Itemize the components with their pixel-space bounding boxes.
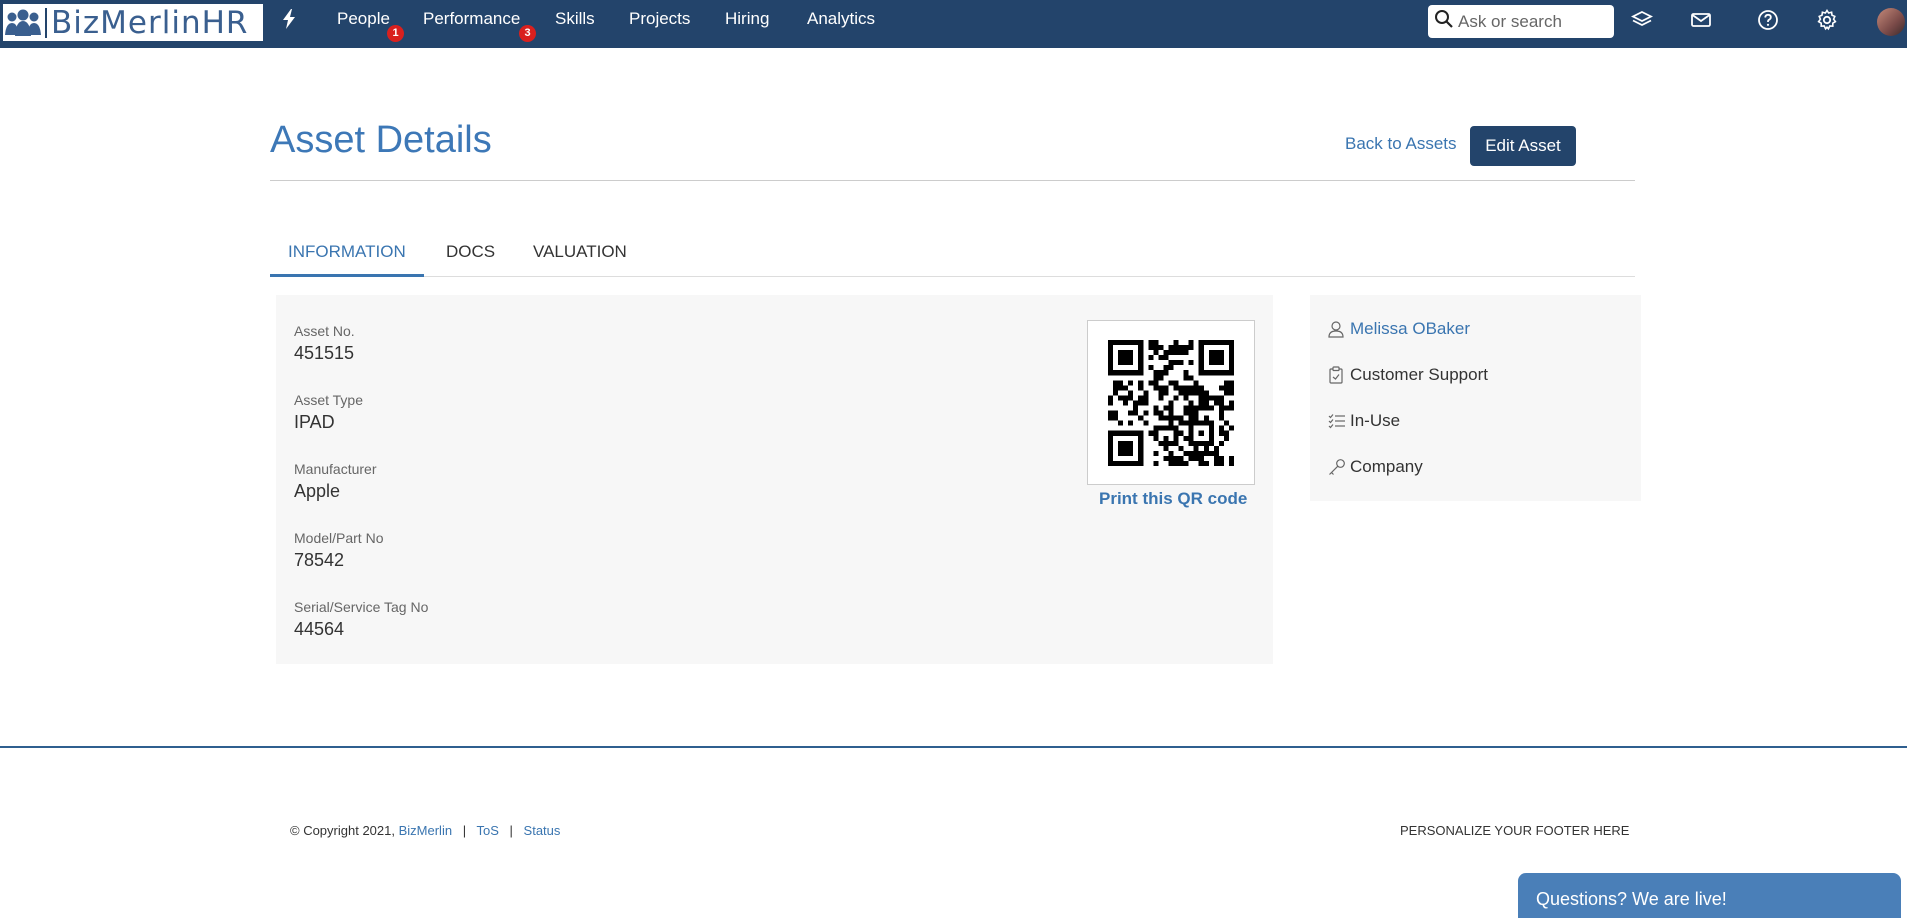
checklist-icon xyxy=(1328,411,1348,431)
bizmerlin-link[interactable]: BizMerlin xyxy=(399,823,452,838)
live-chat-widget[interactable]: Questions? We are live! xyxy=(1518,873,1901,918)
assignee-row: Melissa OBaker xyxy=(1328,319,1470,339)
tab-docs[interactable]: DOCS xyxy=(446,242,495,262)
footer-separator: | xyxy=(462,823,467,838)
manufacturer-label: Manufacturer xyxy=(294,461,377,477)
footer-personalize-text: PERSONALIZE YOUR FOOTER HERE xyxy=(1400,823,1630,838)
bolt-icon[interactable] xyxy=(280,8,298,35)
nav-people[interactable]: People xyxy=(337,9,390,29)
model-part-value: 78542 xyxy=(294,550,345,570)
qr-code-image xyxy=(1108,339,1234,466)
header-divider xyxy=(270,180,1635,181)
asset-type-label: Asset Type xyxy=(294,392,364,408)
nav-performance[interactable]: Performance xyxy=(423,9,520,29)
status-text: In-Use xyxy=(1350,411,1401,430)
ownership-row: Company xyxy=(1328,457,1423,477)
clipboard-icon xyxy=(1328,365,1348,385)
asset-no-label: Asset No. xyxy=(294,323,355,339)
serial-tag-value: 44564 xyxy=(294,619,345,639)
footer-separator: | xyxy=(509,823,513,838)
tabs-baseline xyxy=(270,276,1635,277)
gear-icon[interactable] xyxy=(1815,8,1839,32)
brand-logo[interactable]: BizMerlinHR xyxy=(3,4,263,41)
tab-valuation[interactable]: VALUATION xyxy=(533,242,627,262)
mail-icon[interactable] xyxy=(1689,8,1713,32)
performance-notification-badge: 3 xyxy=(519,25,536,42)
user-icon xyxy=(1328,319,1348,339)
brand-name: BizMerlinHR xyxy=(51,4,249,41)
ownership-text: Company xyxy=(1350,457,1423,476)
top-navbar: BizMerlinHR People 1 Performance 3 Skill… xyxy=(0,0,1907,48)
asset-type-value: IPAD xyxy=(294,412,335,432)
nav-projects[interactable]: Projects xyxy=(629,9,690,29)
nav-hiring[interactable]: Hiring xyxy=(725,9,769,29)
footer-links: © Copyright 2021, BizMerlin | ToS | Stat… xyxy=(290,823,560,838)
status-row: In-Use xyxy=(1328,411,1400,431)
layers-icon[interactable] xyxy=(1630,8,1654,32)
manufacturer-value: Apple xyxy=(294,481,341,501)
status-link[interactable]: Status xyxy=(524,823,561,838)
search-icon xyxy=(1434,9,1454,34)
copyright-text: © Copyright 2021, xyxy=(290,823,395,838)
tos-link[interactable]: ToS xyxy=(476,823,498,838)
edit-asset-button[interactable]: Edit Asset xyxy=(1470,126,1576,166)
nav-analytics[interactable]: Analytics xyxy=(807,9,875,29)
page-title: Asset Details xyxy=(270,119,492,161)
user-avatar[interactable] xyxy=(1877,8,1905,36)
footer-divider xyxy=(0,746,1907,748)
department-text: Customer Support xyxy=(1350,365,1488,384)
people-logo-icon xyxy=(3,4,43,41)
search-box[interactable] xyxy=(1428,5,1614,38)
help-icon[interactable] xyxy=(1756,8,1780,32)
active-tab-indicator xyxy=(270,274,424,277)
asset-no-value: 451515 xyxy=(294,343,355,363)
serial-tag-label: Serial/Service Tag No xyxy=(294,599,429,615)
qr-code xyxy=(1087,320,1255,485)
department-row: Customer Support xyxy=(1328,365,1488,385)
tab-information[interactable]: INFORMATION xyxy=(288,242,406,262)
model-part-label: Model/Part No xyxy=(294,530,384,546)
search-input[interactable] xyxy=(1458,11,1606,32)
people-notification-badge: 1 xyxy=(387,25,404,42)
nav-skills[interactable]: Skills xyxy=(555,9,595,29)
logo-divider xyxy=(45,7,47,38)
assignee-link[interactable]: Melissa OBaker xyxy=(1350,319,1470,339)
back-to-assets-link[interactable]: Back to Assets xyxy=(1345,134,1457,154)
key-icon xyxy=(1328,457,1348,477)
print-qr-link[interactable]: Print this QR code xyxy=(1099,489,1247,509)
